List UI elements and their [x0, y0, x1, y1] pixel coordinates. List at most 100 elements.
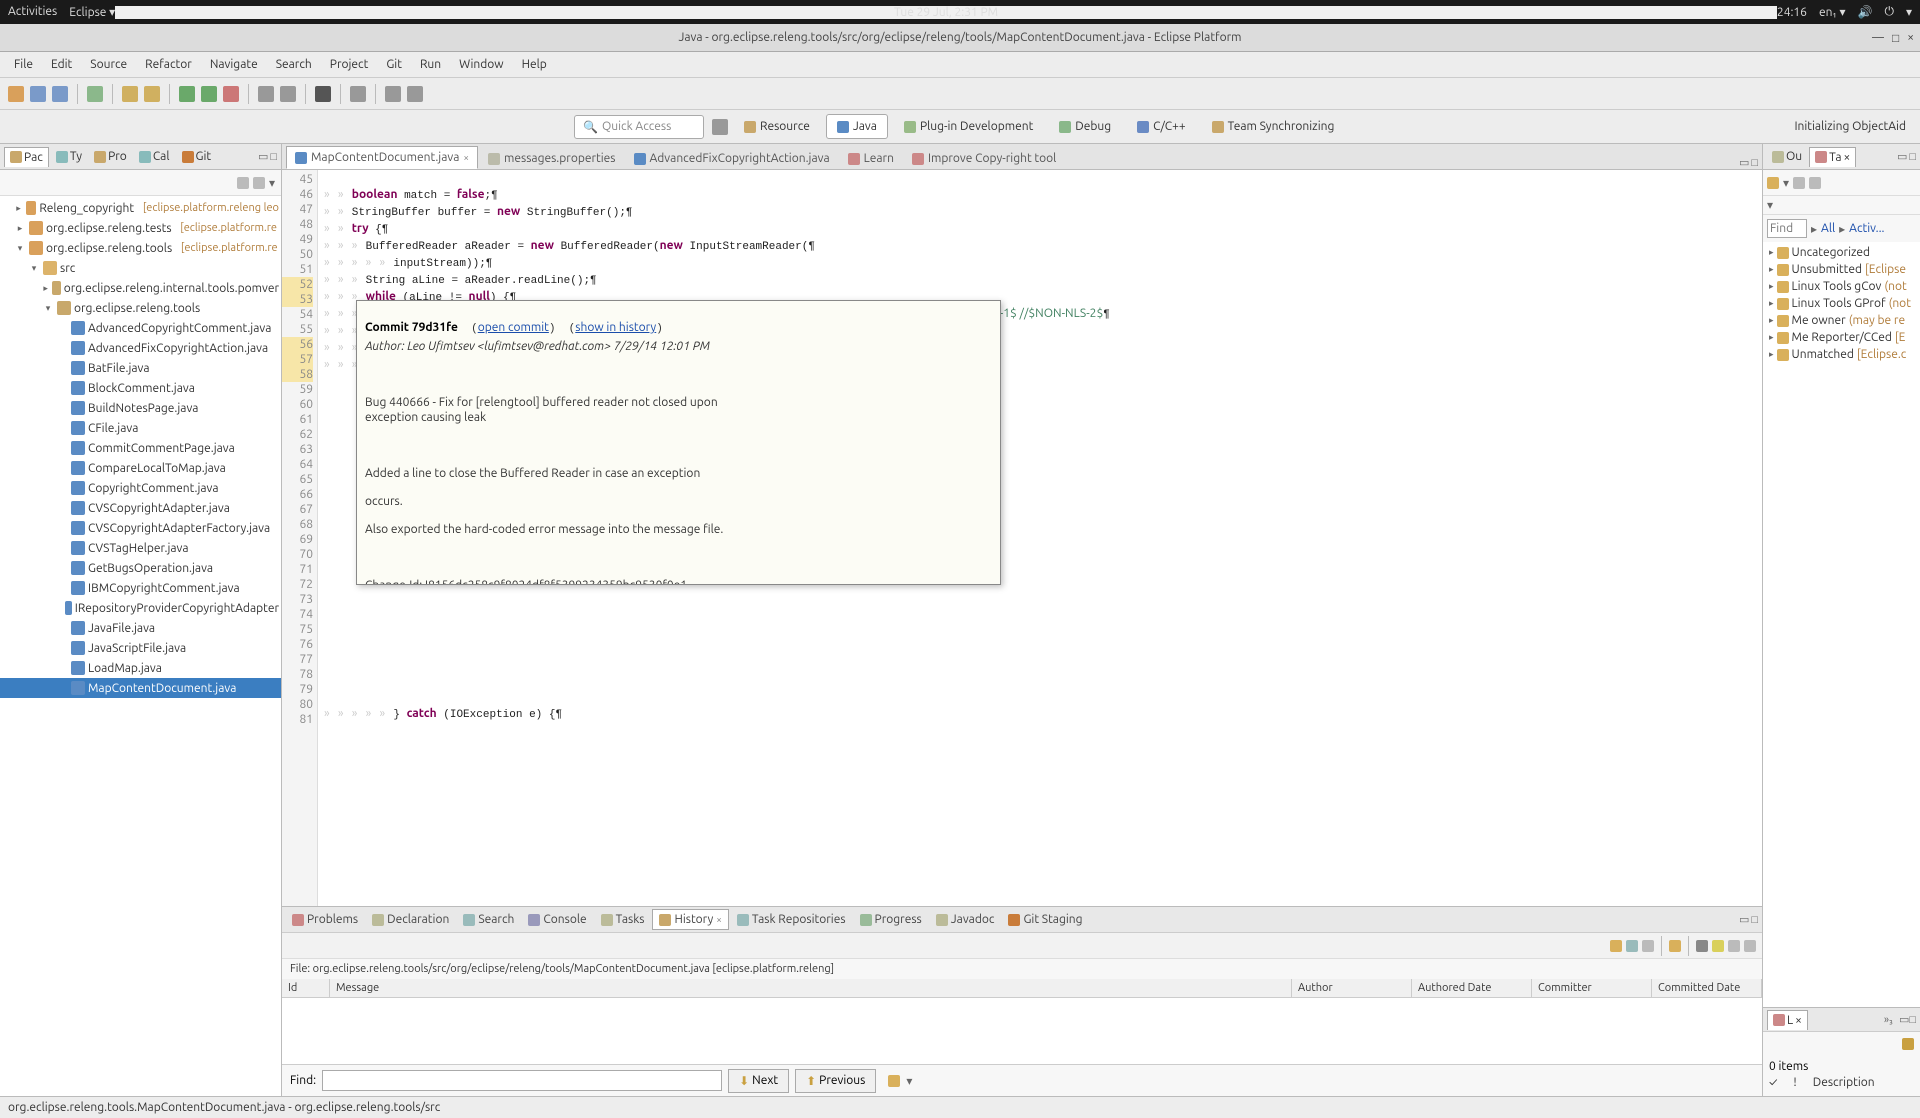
- minimize-view-icon[interactable]: ▭: [258, 150, 268, 163]
- tree-file[interactable]: IBMCopyrightComment.java: [0, 578, 281, 598]
- task-category[interactable]: ▸Me owner (may be re: [1765, 312, 1918, 329]
- close-icon[interactable]: ×: [716, 914, 722, 925]
- col-id[interactable]: Id: [282, 979, 330, 997]
- editor-tab[interactable]: AdvancedFixCopyrightAction.java: [626, 148, 838, 169]
- menu-navigate[interactable]: Navigate: [202, 54, 266, 75]
- task-category[interactable]: ▸Uncategorized: [1765, 244, 1918, 261]
- tab-package-explorer[interactable]: Pac: [4, 147, 49, 167]
- tree-file[interactable]: JavaScriptFile.java: [0, 638, 281, 658]
- run-icon[interactable]: [201, 86, 217, 102]
- app-menu[interactable]: Eclipse ▾: [69, 5, 115, 19]
- tree-file[interactable]: AdvancedFixCopyrightAction.java: [0, 338, 281, 358]
- tree-package[interactable]: ▾org.eclipse.releng.tools: [0, 298, 281, 318]
- col-author[interactable]: Author: [1292, 979, 1412, 997]
- tab-progress[interactable]: Progress: [854, 910, 928, 929]
- editor-tab[interactable]: MapContentDocument.java×: [286, 146, 478, 169]
- tab-type-hierarchy[interactable]: Ty: [51, 147, 87, 166]
- nav-back-icon[interactable]: [385, 86, 401, 102]
- tree-folder-src[interactable]: ▾src: [0, 258, 281, 278]
- editor-tab[interactable]: messages.properties: [480, 148, 623, 169]
- task-category[interactable]: ▸Unsubmitted [Eclipse: [1765, 261, 1918, 278]
- tree-file[interactable]: CVSTagHelper.java: [0, 538, 281, 558]
- tree-file[interactable]: CVSCopyrightAdapter.java: [0, 498, 281, 518]
- col-committer[interactable]: Committer: [1532, 979, 1652, 997]
- tree-package[interactable]: ▸org.eclipse.releng.internal.tools.pomve…: [0, 278, 281, 298]
- search-icon[interactable]: [350, 86, 366, 102]
- tab-task-repos[interactable]: Task Repositories: [731, 910, 852, 929]
- new-icon[interactable]: [8, 86, 24, 102]
- chevron-down-icon[interactable]: ▾: [906, 1074, 912, 1088]
- find-input[interactable]: [322, 1070, 722, 1091]
- tree-file[interactable]: AdvancedCopyrightComment.java: [0, 318, 281, 338]
- new-task-icon[interactable]: [1767, 177, 1779, 189]
- tree-file[interactable]: BatFile.java: [0, 358, 281, 378]
- menu-project[interactable]: Project: [322, 54, 377, 75]
- minimize-view-icon[interactable]: ▭: [1899, 1013, 1909, 1026]
- tab-markers[interactable]: L×: [1767, 1010, 1808, 1030]
- tab-tasks[interactable]: Tasks: [595, 910, 651, 929]
- menu-help[interactable]: Help: [514, 54, 555, 75]
- tree-file[interactable]: MapContentDocument.java: [0, 678, 281, 698]
- pin-icon[interactable]: [1642, 940, 1654, 952]
- compare-mode-icon[interactable]: [1696, 940, 1708, 952]
- task-category[interactable]: ▸Unmatched [Eclipse.c: [1765, 346, 1918, 363]
- tab-git-staging[interactable]: Git Staging: [1002, 910, 1088, 929]
- tree-project[interactable]: ▸org.eclipse.releng.tests [eclipse.platf…: [0, 218, 281, 238]
- collapse-all-icon[interactable]: [237, 177, 249, 189]
- col-complete[interactable]: ✓: [1769, 1076, 1777, 1089]
- debug-icon[interactable]: [179, 86, 195, 102]
- maximize-view-icon[interactable]: □: [1909, 151, 1916, 163]
- minimize-view-icon[interactable]: ▭: [1897, 150, 1907, 163]
- categorize-icon[interactable]: [1793, 177, 1805, 189]
- tab-task-list[interactable]: Ta×: [1809, 147, 1856, 167]
- link-editor-icon[interactable]: [1626, 940, 1638, 952]
- tree-file[interactable]: BlockComment.java: [0, 378, 281, 398]
- tab-search[interactable]: Search: [457, 910, 520, 929]
- tree-file[interactable]: LoadMap.java: [0, 658, 281, 678]
- find-prev-button[interactable]: ⬆Previous: [795, 1069, 876, 1093]
- tree-file[interactable]: CommitCommentPage.java: [0, 438, 281, 458]
- link-editor-icon[interactable]: [253, 177, 265, 189]
- task-category[interactable]: ▸Linux Tools GProf (not: [1765, 295, 1918, 312]
- lang-indicator[interactable]: en₁ ▾: [1819, 5, 1846, 19]
- open-perspective-icon[interactable]: [712, 119, 728, 135]
- tab-problems[interactable]: Problems: [286, 910, 364, 929]
- menu-source[interactable]: Source: [82, 54, 135, 75]
- open-type-icon[interactable]: [315, 86, 331, 102]
- menu-run[interactable]: Run: [412, 54, 449, 75]
- code-area[interactable]: » » boolean match = false;¶ » » StringBu…: [318, 170, 1762, 906]
- col-priority[interactable]: !: [1793, 1076, 1796, 1089]
- menu-file[interactable]: File: [6, 54, 41, 75]
- redo-icon[interactable]: [144, 86, 160, 102]
- project-tree[interactable]: ▸Releng_copyright [eclipse.platform.rele…: [0, 196, 281, 1096]
- maximize-editor-icon[interactable]: □: [1751, 157, 1758, 169]
- nav-fwd-icon[interactable]: [407, 86, 423, 102]
- tab-git[interactable]: Git: [177, 147, 217, 166]
- tree-file[interactable]: IRepositoryProviderCopyrightAdapter: [0, 598, 281, 618]
- tree-project[interactable]: ▸Releng_copyright [eclipse.platform.rele…: [0, 198, 281, 218]
- perspective-resource[interactable]: Resource: [734, 115, 820, 138]
- tree-file[interactable]: JavaFile.java: [0, 618, 281, 638]
- editor-tab[interactable]: Learn: [840, 148, 902, 169]
- code-editor[interactable]: 4546474849505152535455565758596061626364…: [282, 170, 1762, 906]
- filter-icon[interactable]: [1669, 940, 1681, 952]
- menu-git[interactable]: Git: [378, 54, 410, 75]
- tab-call-hierarchy[interactable]: Cal: [134, 147, 175, 166]
- wrap-icon[interactable]: [1728, 940, 1740, 952]
- editor-tab[interactable]: Improve Copy-right tool: [904, 148, 1064, 169]
- perspective-java[interactable]: Java: [826, 114, 888, 139]
- power-icon[interactable]: ⏻: [1884, 5, 1894, 19]
- open-commit-link[interactable]: open commit: [478, 321, 549, 334]
- view-menu-icon[interactable]: ▾: [269, 176, 275, 190]
- perspective-cpp[interactable]: C/C++: [1127, 115, 1195, 138]
- new-class-icon[interactable]: [280, 86, 296, 102]
- col-committed-date[interactable]: Committed Date: [1652, 979, 1762, 997]
- perspective-pde[interactable]: Plug-in Development: [894, 115, 1043, 138]
- tree-file[interactable]: CopyrightComment.java: [0, 478, 281, 498]
- chevron-down-icon[interactable]: ▾: [1783, 176, 1789, 190]
- tree-file[interactable]: GetBugsOperation.java: [0, 558, 281, 578]
- col-message[interactable]: Message: [330, 979, 1292, 997]
- refresh-icon[interactable]: [1610, 940, 1622, 952]
- close-icon[interactable]: ×: [463, 152, 469, 163]
- minimize-editor-icon[interactable]: ▭: [1739, 156, 1749, 169]
